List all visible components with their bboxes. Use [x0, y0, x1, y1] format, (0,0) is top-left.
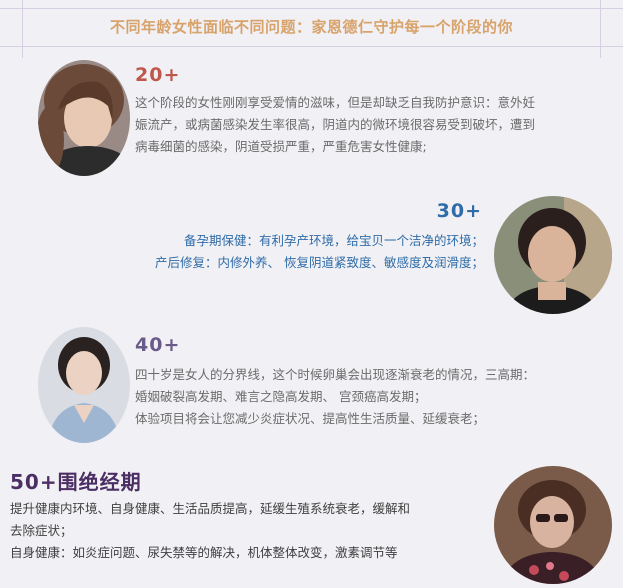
- avatar-50: [494, 466, 612, 584]
- page-title: 不同年龄女性面临不同问题：家恩德仁守护每一个阶段的你: [109, 18, 513, 36]
- section-20-text: 这个阶段的女性刚刚享受爱情的滋味，但是却缺乏自我防护意识：意外妊 娠流产，或病菌…: [135, 92, 615, 158]
- header-top-line: [0, 8, 623, 9]
- avatar-20: [38, 60, 130, 176]
- age-heading-30: 30+: [436, 200, 482, 222]
- section-40-text: 四十岁是女人的分界线，这个时候卵巢会出现逐渐衰老的情况，三高期： 婚姻破裂高发期…: [135, 364, 615, 430]
- age-heading-40: 40+: [135, 334, 181, 356]
- section-40-line-3: 体验项目将会让您减少炎症状况、提高性生活质量、延缓衰老；: [135, 411, 486, 426]
- section-30-line-2: 产后修复：内修外养、 恢复阴道紧致度、敏感度及润滑度；: [155, 255, 484, 270]
- header-bottom-line: [0, 46, 623, 47]
- section-40-line-1: 四十岁是女人的分界线，这个时候卵巢会出现逐渐衰老的情况，三高期：: [135, 367, 536, 382]
- section-50-line-3: 自身健康：如炎症问题、尿失禁等的解决，机体整体改变，激素调节等: [10, 545, 398, 560]
- age-heading-50: 50+围绝经期: [10, 470, 142, 494]
- section-20-line-2: 娠流产，或病菌感染发生率很高，阴道内的微环境很容易受到破坏，遭到: [135, 117, 536, 132]
- section-50-line-1: 提升健康内环境、自身健康、生活品质提高，延缓生殖系统衰老，缓解和: [10, 501, 411, 516]
- section-50-text: 提升健康内环境、自身健康、生活品质提高，延缓生殖系统衰老，缓解和 去除症状； 自…: [10, 498, 486, 564]
- section-40-line-2: 婚姻破裂高发期、难言之隐高发期、 宫颈癌高发期；: [135, 389, 427, 404]
- age-heading-20: 20+: [135, 64, 181, 86]
- section-30-line-1: 备孕期保健：有利孕产环境，给宝贝一个洁净的环境；: [183, 233, 484, 248]
- page: 不同年龄女性面临不同问题：家恩德仁守护每一个阶段的你 20+ 这个阶段的女性刚刚…: [0, 0, 623, 588]
- avatar-40: [38, 327, 130, 443]
- avatar-30: [494, 196, 612, 314]
- section-30-text: 备孕期保健：有利孕产环境，给宝贝一个洁净的环境； 产后修复：内修外养、 恢复阴道…: [40, 230, 484, 274]
- section-20-line-3: 病毒细菌的感染，阴道受损严重，严重危害女性健康;: [135, 139, 427, 154]
- section-20-line-1: 这个阶段的女性刚刚享受爱情的滋味，但是却缺乏自我防护意识：意外妊: [135, 95, 536, 110]
- section-50-line-2: 去除症状；: [10, 523, 73, 538]
